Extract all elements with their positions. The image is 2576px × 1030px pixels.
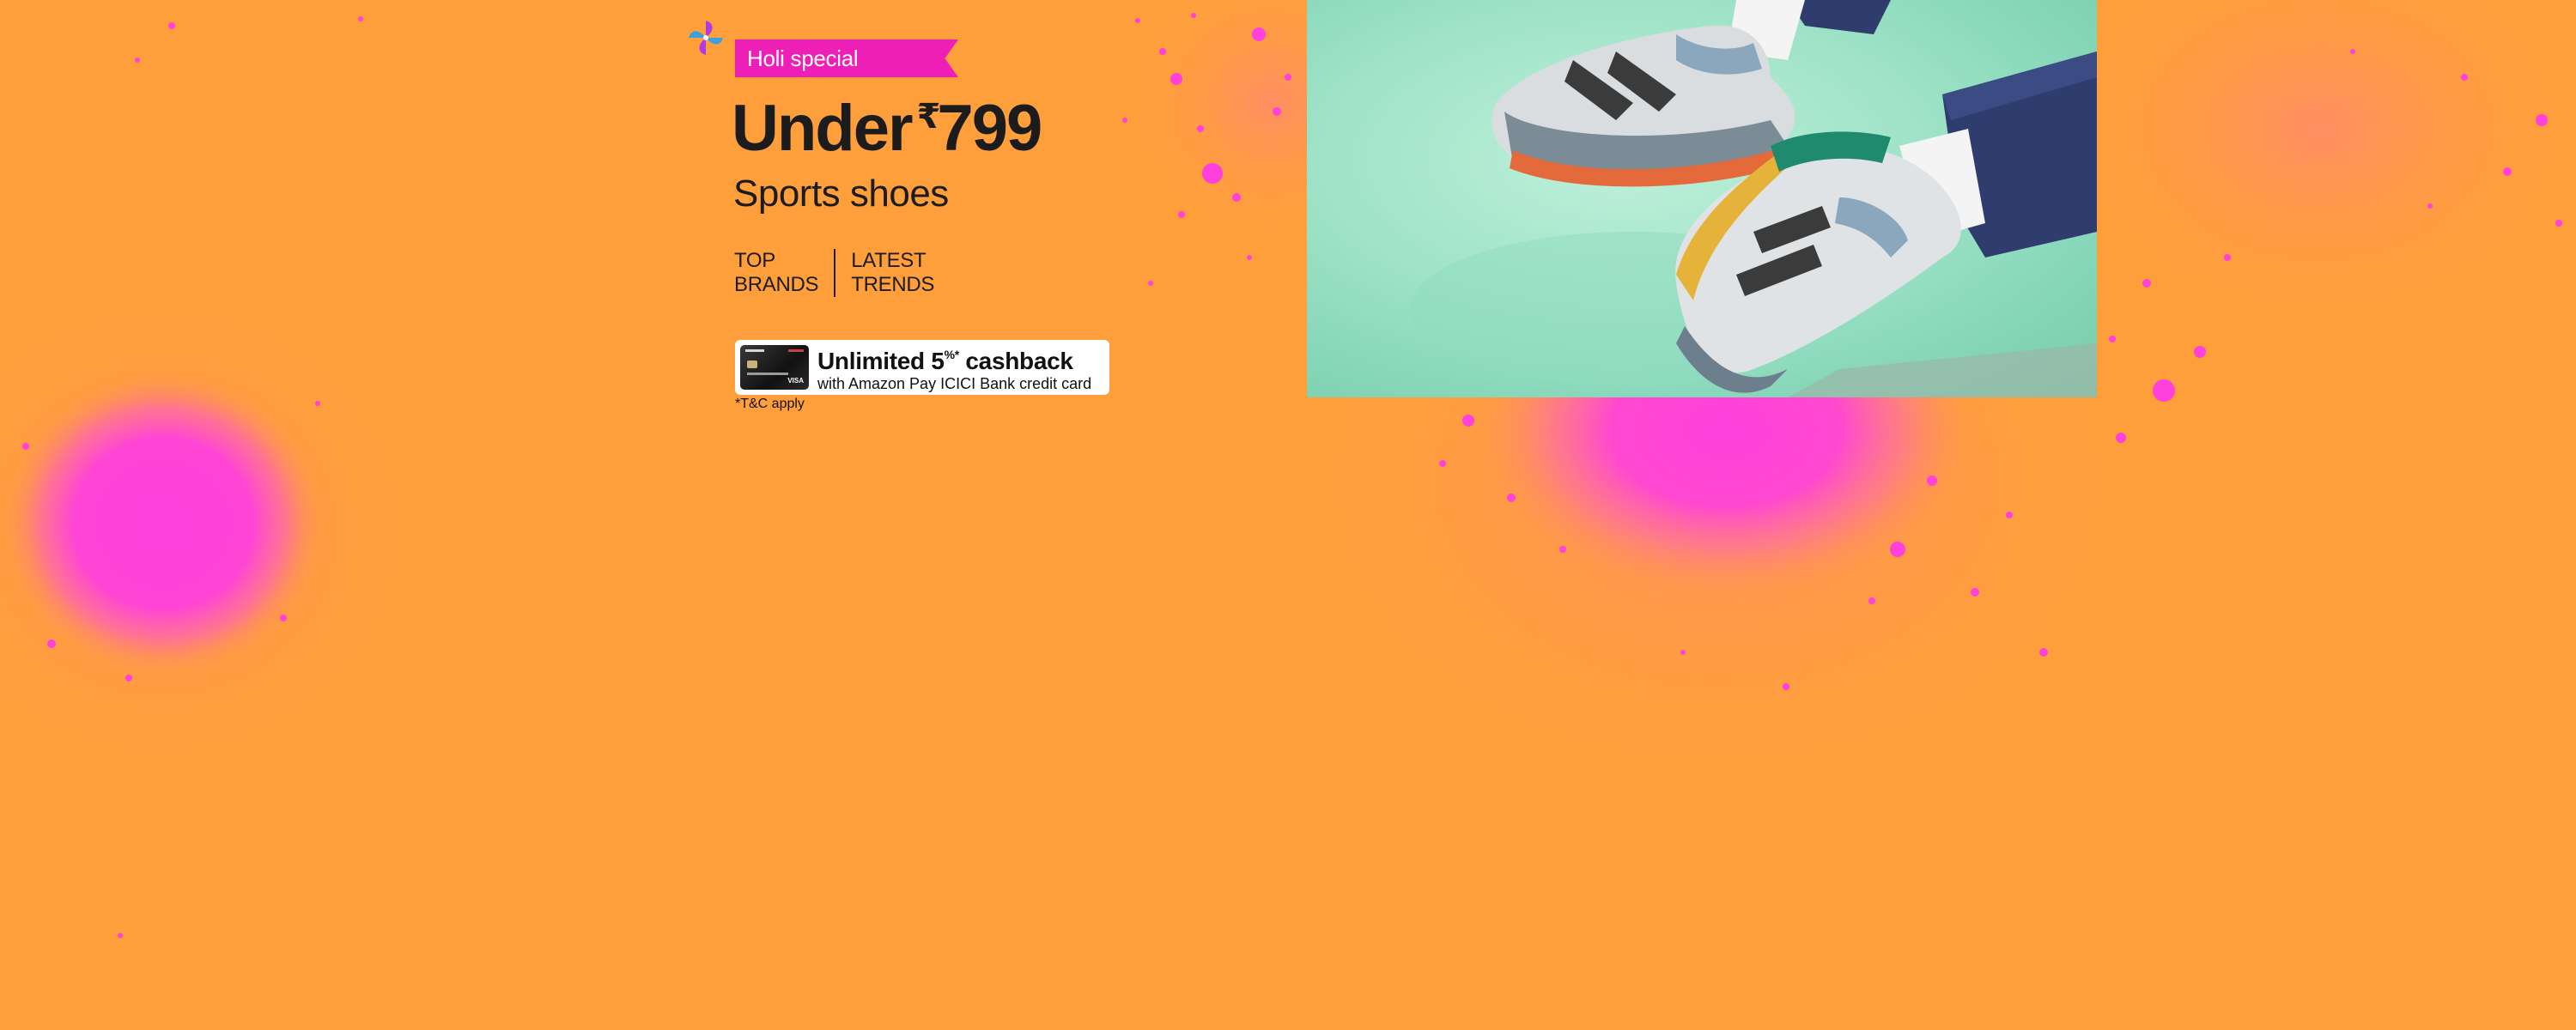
product-category: Sports shoes: [733, 173, 949, 215]
tagline-right-line-2: TRENDS: [851, 273, 935, 296]
headline-price: 799: [937, 92, 1042, 165]
offer-title-sup: %*: [944, 348, 960, 361]
sneakers-photo[interactable]: [1307, 0, 2097, 397]
splatter-dots: [22, 13, 2562, 938]
pinwheel-icon: [689, 21, 723, 55]
holi-special-tag: Holi special: [735, 39, 958, 77]
offer-title-rest: cashback: [958, 348, 1073, 374]
sneakers-illustration: [1410, 0, 2097, 397]
currency-symbol: ₹: [916, 98, 941, 136]
offer-text: Unlimited 5%* cashback with Amazon Pay I…: [817, 342, 1091, 393]
tagline-left-line-2: BRANDS: [734, 273, 819, 296]
tagline-top-brands: TOP BRANDS: [734, 249, 819, 297]
paint-splatter-background: [0, 0, 2576, 938]
cashback-offer[interactable]: VISA Unlimited 5%* cashback with Amazon …: [735, 340, 1109, 395]
tagline-divider: [834, 249, 836, 297]
tagline-left-line-1: TOP: [734, 249, 776, 272]
tagline-right-line-1: LATEST: [851, 249, 927, 272]
tagline: TOP BRANDS LATEST TRENDS: [734, 249, 934, 297]
terms-note: *T&C apply: [735, 397, 805, 411]
tagline-latest-trends: LATEST TRENDS: [851, 249, 934, 297]
offer-title: Unlimited 5%* cashback: [817, 342, 1091, 374]
offer-title-main: Unlimited 5: [817, 348, 945, 374]
offer-subtitle: with Amazon Pay ICICI Bank credit card: [817, 375, 1092, 392]
headline-prefix: Under: [732, 92, 914, 165]
credit-card-icon: VISA: [740, 345, 809, 390]
headline: Under ₹799: [732, 96, 1042, 161]
